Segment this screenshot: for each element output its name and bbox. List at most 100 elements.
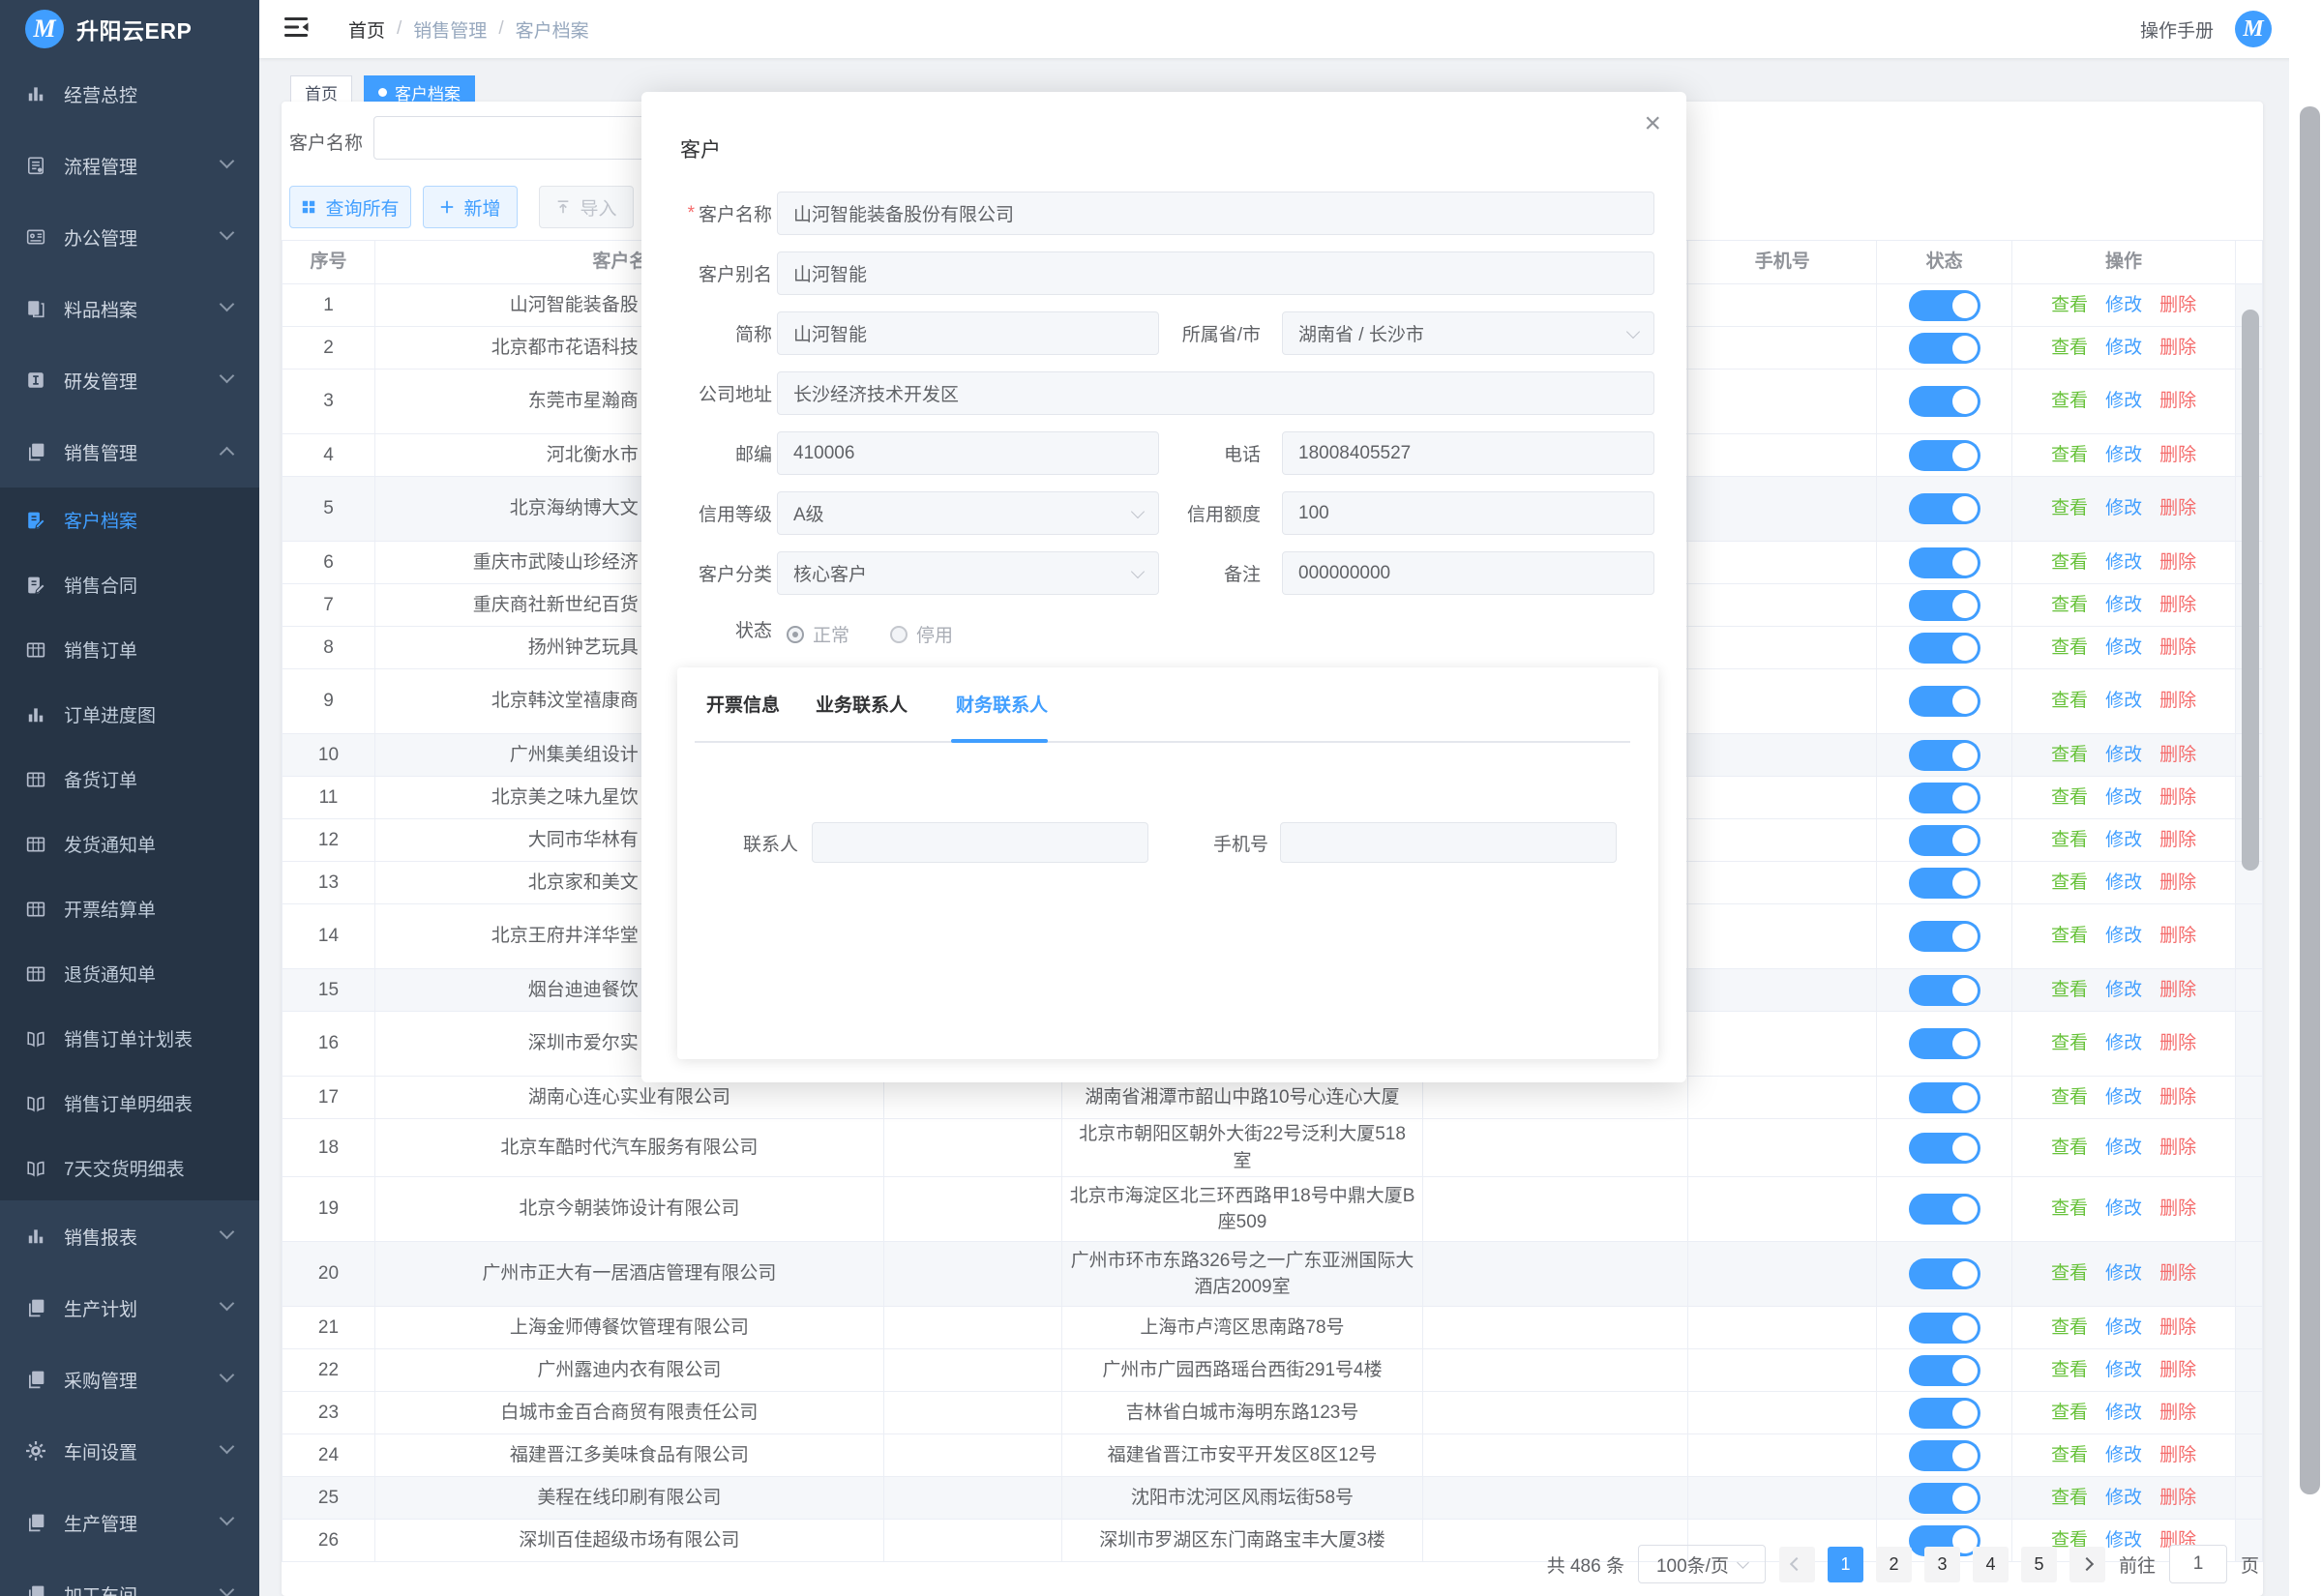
view-link[interactable]: 查看 bbox=[2051, 335, 2088, 362]
del-link[interactable]: 删除 bbox=[2159, 870, 2196, 897]
page-button-5[interactable]: 5 bbox=[2021, 1547, 2057, 1582]
view-link[interactable]: 查看 bbox=[2051, 1196, 2088, 1223]
del-link[interactable]: 删除 bbox=[2159, 1135, 2196, 1162]
sidebar-item-生产管理[interactable]: 生产管理 bbox=[0, 1487, 259, 1558]
view-link[interactable]: 查看 bbox=[2051, 1315, 2088, 1342]
sidebar-item-加工车间[interactable]: 加工车间 bbox=[0, 1558, 259, 1596]
view-link[interactable]: 查看 bbox=[2051, 549, 2088, 576]
sidebar-item-销售管理[interactable]: 销售管理 bbox=[0, 416, 259, 488]
view-link[interactable]: 查看 bbox=[2051, 388, 2088, 415]
hamburger-icon[interactable] bbox=[284, 17, 310, 41]
del-link[interactable]: 删除 bbox=[2159, 1084, 2196, 1111]
status-toggle[interactable] bbox=[1909, 825, 1980, 856]
del-link[interactable]: 删除 bbox=[2159, 549, 2196, 576]
edit-link[interactable]: 修改 bbox=[2105, 1485, 2142, 1512]
status-toggle[interactable] bbox=[1909, 290, 1980, 321]
close-icon[interactable]: × bbox=[1644, 109, 1661, 138]
import-button[interactable]: 导入 bbox=[539, 186, 634, 228]
edit-link[interactable]: 修改 bbox=[2105, 688, 2142, 715]
sidebar-item-销售订单明细表[interactable]: 销售订单明细表 bbox=[0, 1071, 259, 1136]
status-radio-停用[interactable]: 停用 bbox=[890, 621, 953, 647]
status-toggle[interactable] bbox=[1909, 1258, 1980, 1289]
status-toggle[interactable] bbox=[1909, 386, 1980, 417]
status-toggle[interactable] bbox=[1909, 1028, 1980, 1059]
sidebar-item-销售报表[interactable]: 销售报表 bbox=[0, 1200, 259, 1272]
telephone-input[interactable] bbox=[1282, 431, 1654, 475]
goto-page-input[interactable] bbox=[2169, 1545, 2227, 1583]
page-button-1[interactable]: 1 bbox=[1828, 1547, 1863, 1582]
del-link[interactable]: 删除 bbox=[2159, 292, 2196, 319]
page-button-3[interactable]: 3 bbox=[1924, 1547, 1960, 1582]
edit-link[interactable]: 修改 bbox=[2105, 1315, 2142, 1342]
customer-alias-input[interactable] bbox=[777, 251, 1654, 295]
zip-input[interactable] bbox=[777, 431, 1159, 475]
sidebar-item-流程管理[interactable]: 流程管理 bbox=[0, 130, 259, 201]
del-link[interactable]: 删除 bbox=[2159, 495, 2196, 522]
sidebar-item-订单进度图[interactable]: 订单进度图 bbox=[0, 682, 259, 747]
edit-link[interactable]: 修改 bbox=[2105, 1135, 2142, 1162]
edit-link[interactable]: 修改 bbox=[2105, 592, 2142, 619]
status-toggle[interactable] bbox=[1909, 590, 1980, 621]
del-link[interactable]: 删除 bbox=[2159, 1260, 2196, 1287]
sidebar-item-开票结算单[interactable]: 开票结算单 bbox=[0, 876, 259, 941]
edit-link[interactable]: 修改 bbox=[2105, 1084, 2142, 1111]
next-page-button[interactable] bbox=[2069, 1547, 2105, 1582]
del-link[interactable]: 删除 bbox=[2159, 742, 2196, 769]
region-select[interactable]: 湖南省 / 长沙市 bbox=[1282, 311, 1654, 355]
sidebar-item-车间设置[interactable]: 车间设置 bbox=[0, 1415, 259, 1487]
edit-link[interactable]: 修改 bbox=[2105, 1442, 2142, 1469]
del-link[interactable]: 删除 bbox=[2159, 923, 2196, 950]
breadcrumb-item-客户档案[interactable]: 客户档案 bbox=[516, 16, 589, 43]
view-link[interactable]: 查看 bbox=[2051, 1442, 2088, 1469]
page-button-4[interactable]: 4 bbox=[1973, 1547, 2009, 1582]
view-link[interactable]: 查看 bbox=[2051, 1400, 2088, 1427]
del-link[interactable]: 删除 bbox=[2159, 1400, 2196, 1427]
view-link[interactable]: 查看 bbox=[2051, 1485, 2088, 1512]
company-address-input[interactable] bbox=[777, 371, 1654, 415]
sidebar-item-研发管理[interactable]: 研发管理 bbox=[0, 344, 259, 416]
credit-quota-input[interactable] bbox=[1282, 491, 1654, 535]
edit-link[interactable]: 修改 bbox=[2105, 388, 2142, 415]
del-link[interactable]: 删除 bbox=[2159, 442, 2196, 469]
sidebar-item-7天交货明细表[interactable]: 7天交货明细表 bbox=[0, 1136, 259, 1200]
status-toggle[interactable] bbox=[1909, 1194, 1980, 1225]
customer-category-select[interactable]: 核心客户 bbox=[777, 551, 1159, 595]
credit-level-select[interactable]: A级 bbox=[777, 491, 1159, 535]
status-toggle[interactable] bbox=[1909, 783, 1980, 813]
page-scrollbar-thumb[interactable] bbox=[2300, 106, 2320, 1494]
status-toggle[interactable] bbox=[1909, 333, 1980, 364]
tab-业务联系人[interactable]: 业务联系人 bbox=[816, 691, 908, 717]
view-link[interactable]: 查看 bbox=[2051, 495, 2088, 522]
view-link[interactable]: 查看 bbox=[2051, 1260, 2088, 1287]
sidebar-item-经营总控[interactable]: 经营总控 bbox=[0, 58, 259, 130]
view-link[interactable]: 查看 bbox=[2051, 688, 2088, 715]
edit-link[interactable]: 修改 bbox=[2105, 635, 2142, 662]
del-link[interactable]: 删除 bbox=[2159, 784, 2196, 812]
status-toggle[interactable] bbox=[1909, 440, 1980, 471]
status-toggle[interactable] bbox=[1909, 1082, 1980, 1113]
view-link[interactable]: 查看 bbox=[2051, 1084, 2088, 1111]
sidebar-item-办公管理[interactable]: 办公管理 bbox=[0, 201, 259, 273]
page-button-2[interactable]: 2 bbox=[1876, 1547, 1912, 1582]
manual-link[interactable]: 操作手册 bbox=[2140, 0, 2214, 58]
status-toggle[interactable] bbox=[1909, 1440, 1980, 1471]
del-link[interactable]: 删除 bbox=[2159, 335, 2196, 362]
sidebar-item-销售订单[interactable]: 销售订单 bbox=[0, 617, 259, 682]
page-size-select[interactable]: 100条/页 bbox=[1638, 1545, 1766, 1583]
view-link[interactable]: 查看 bbox=[2051, 784, 2088, 812]
remark-input[interactable] bbox=[1282, 551, 1654, 595]
sidebar-item-料品档案[interactable]: 料品档案 bbox=[0, 273, 259, 344]
edit-link[interactable]: 修改 bbox=[2105, 1030, 2142, 1057]
view-link[interactable]: 查看 bbox=[2051, 870, 2088, 897]
del-link[interactable]: 删除 bbox=[2159, 1315, 2196, 1342]
edit-link[interactable]: 修改 bbox=[2105, 827, 2142, 854]
del-link[interactable]: 删除 bbox=[2159, 592, 2196, 619]
status-toggle[interactable] bbox=[1909, 686, 1980, 717]
table-scrollbar[interactable] bbox=[2242, 310, 2259, 871]
view-link[interactable]: 查看 bbox=[2051, 1357, 2088, 1384]
del-link[interactable]: 删除 bbox=[2159, 977, 2196, 1004]
del-link[interactable]: 删除 bbox=[2159, 635, 2196, 662]
del-link[interactable]: 删除 bbox=[2159, 388, 2196, 415]
view-link[interactable]: 查看 bbox=[2051, 292, 2088, 319]
add-button[interactable]: 新增 bbox=[423, 186, 518, 228]
